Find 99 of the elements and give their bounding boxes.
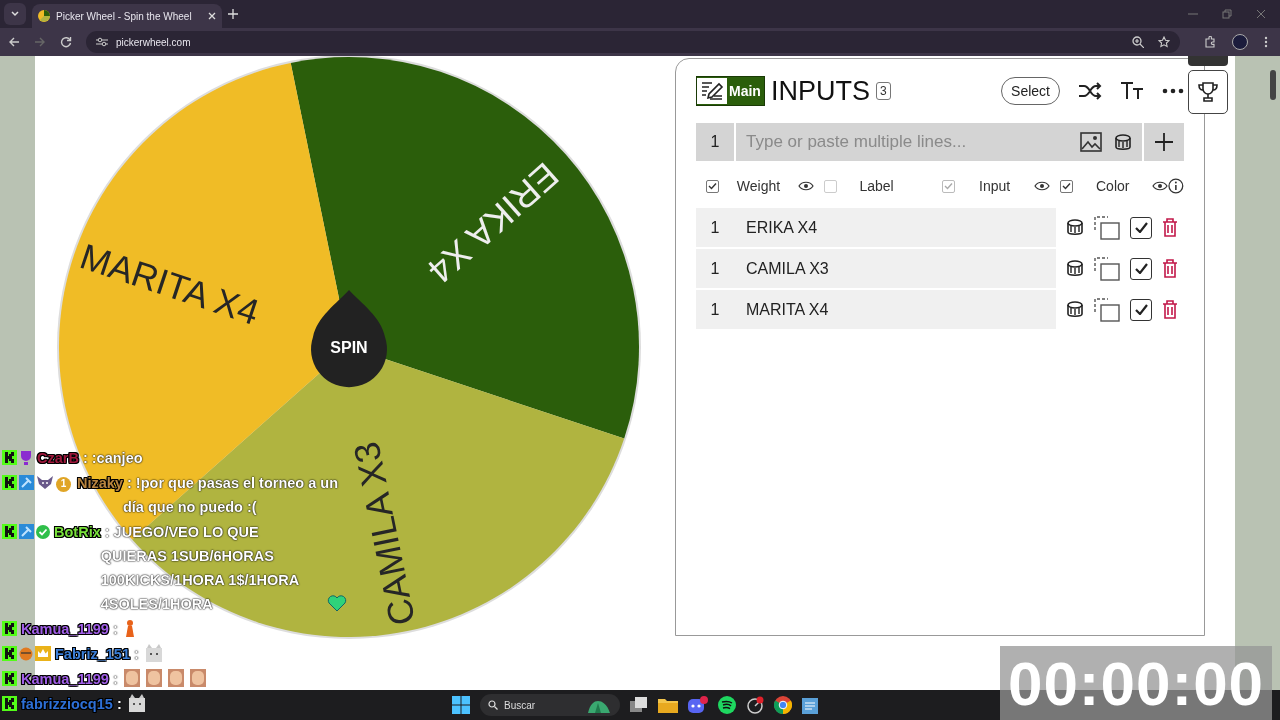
folder-icon[interactable]: [658, 697, 678, 713]
more-icon[interactable]: [1162, 88, 1184, 94]
kick-badge-icon: [2, 646, 17, 661]
main-tab[interactable]: Main: [696, 76, 765, 106]
entry-field[interactable]: Type or paste multiple lines...: [734, 123, 1144, 161]
entry-count: 3: [875, 82, 891, 100]
column-label: Label: [858, 178, 895, 194]
shuffle-icon[interactable]: [1078, 81, 1102, 101]
trash-icon[interactable]: [1162, 259, 1178, 278]
reload-icon[interactable]: [60, 36, 72, 48]
search-icon: [488, 700, 498, 710]
slice-label: CAMILA X3: [345, 438, 424, 629]
chat-message: :: [133, 646, 139, 662]
chat-message: :: [115, 696, 122, 712]
panel-title: INPUTS: [770, 75, 870, 107]
trophy-badge-icon: [19, 450, 33, 465]
spin-button[interactable]: SPIN: [311, 290, 387, 388]
paint-bucket-icon[interactable]: [1066, 300, 1084, 319]
heart-icon: [327, 594, 347, 612]
chat-message: : !por que pasas el torneo a un día que no puedo :(: [122, 475, 339, 515]
checkbox[interactable]: [1130, 216, 1152, 239]
puzzle-icon[interactable]: [1204, 36, 1216, 48]
chat-username[interactable]: Kamua_1199: [21, 671, 109, 687]
column-label: Weight: [735, 178, 782, 194]
chat-app-icon[interactable]: [688, 696, 708, 714]
windows-icon[interactable]: [452, 696, 470, 714]
checkbox[interactable]: [706, 179, 719, 193]
paint-bucket-icon[interactable]: [1066, 259, 1084, 278]
chat-username[interactable]: Fabriz_151: [55, 646, 130, 662]
star-icon[interactable]: [1158, 36, 1170, 48]
site-settings-icon[interactable]: [96, 37, 108, 47]
hammer-badge-icon: [19, 524, 34, 539]
chat-message: :: [111, 621, 118, 637]
duplicate-icon[interactable]: [1094, 215, 1120, 240]
eye-icon[interactable]: [798, 180, 815, 192]
entry-name[interactable]: MARITA X4: [736, 290, 1056, 329]
row-number: 1: [709, 132, 721, 152]
info-icon[interactable]: [1168, 178, 1184, 194]
entry-name[interactable]: ERIKA X4: [736, 208, 1056, 247]
text-size-icon[interactable]: [1120, 81, 1144, 101]
column-label: Input: [978, 178, 1012, 194]
chat-username[interactable]: CzarB: [37, 450, 79, 466]
url-text: pickerwheel.com: [116, 36, 191, 48]
chevron-down-icon: [11, 11, 19, 17]
results-button[interactable]: [1188, 70, 1228, 114]
select-button[interactable]: Select: [1001, 77, 1060, 105]
trash-icon[interactable]: [1162, 300, 1178, 319]
eye-icon[interactable]: [1152, 180, 1169, 192]
task-view-icon[interactable]: [630, 697, 648, 713]
kick-badge-icon: [2, 621, 17, 636]
chat-message: :: [111, 671, 118, 687]
check-icon: [1134, 263, 1148, 274]
checkbox[interactable]: [1130, 257, 1152, 280]
kick-badge-icon: [2, 475, 17, 490]
column-label: Color: [1095, 178, 1131, 194]
scrollbar-thumb[interactable]: [1270, 70, 1276, 100]
new-tab-icon[interactable]: [228, 9, 238, 19]
restore-icon[interactable]: [1222, 9, 1232, 19]
hammer-badge-icon: [19, 475, 34, 490]
kick-badge-icon: [2, 696, 17, 711]
check-icon: [707, 181, 718, 191]
paint-bucket-icon[interactable]: [1114, 132, 1132, 152]
tab-list-button[interactable]: [4, 3, 26, 25]
timer-display: 00:00:00: [1000, 646, 1272, 720]
kick-badge-icon: [2, 671, 17, 686]
trophy-icon: [1198, 81, 1218, 103]
zoom-icon[interactable]: [1132, 36, 1144, 48]
profile-avatar[interactable]: [1232, 34, 1248, 50]
trash-icon[interactable]: [1162, 218, 1178, 237]
plus-icon: [1154, 132, 1174, 152]
check-icon: [1061, 181, 1073, 191]
entry-name[interactable]: CAMILA X3: [736, 249, 1056, 288]
favicon-icon: [38, 10, 50, 22]
duplicate-icon[interactable]: [1094, 256, 1120, 281]
menu-icon[interactable]: [1264, 36, 1268, 48]
kick-badge-icon: [2, 524, 17, 539]
chat-message: : :canjeo: [81, 450, 143, 466]
browser-tab[interactable]: Picker Wheel - Spin the Wheel: [32, 4, 222, 28]
chat-username[interactable]: Kamua_1199: [21, 621, 109, 637]
checkbox[interactable]: [1060, 179, 1074, 193]
figure-emote-icon: [123, 619, 136, 637]
check-icon: [1134, 304, 1148, 315]
search-field[interactable]: Buscar: [480, 694, 620, 716]
checkbox[interactable]: [1130, 298, 1152, 321]
browser-icon[interactable]: [774, 696, 792, 714]
address-bar[interactable]: pickerwheel.com: [86, 31, 1180, 53]
circle-app-icon[interactable]: [746, 696, 764, 714]
paint-bucket-icon[interactable]: [1066, 218, 1084, 237]
entry-input-field[interactable]: Type or paste multiple lines...: [736, 127, 1068, 157]
tab-title: Picker Wheel - Spin the Wheel: [56, 10, 193, 22]
back-icon[interactable]: [8, 36, 20, 48]
edit-list-icon: [700, 80, 724, 102]
kick-badge-icon: [2, 450, 17, 465]
orb-badge-icon: [19, 647, 33, 661]
music-app-icon[interactable]: [718, 696, 736, 714]
image-icon[interactable]: [1080, 132, 1102, 152]
check-icon: [1134, 222, 1148, 233]
notepad-icon[interactable]: [802, 696, 818, 714]
duplicate-icon[interactable]: [1094, 297, 1120, 322]
